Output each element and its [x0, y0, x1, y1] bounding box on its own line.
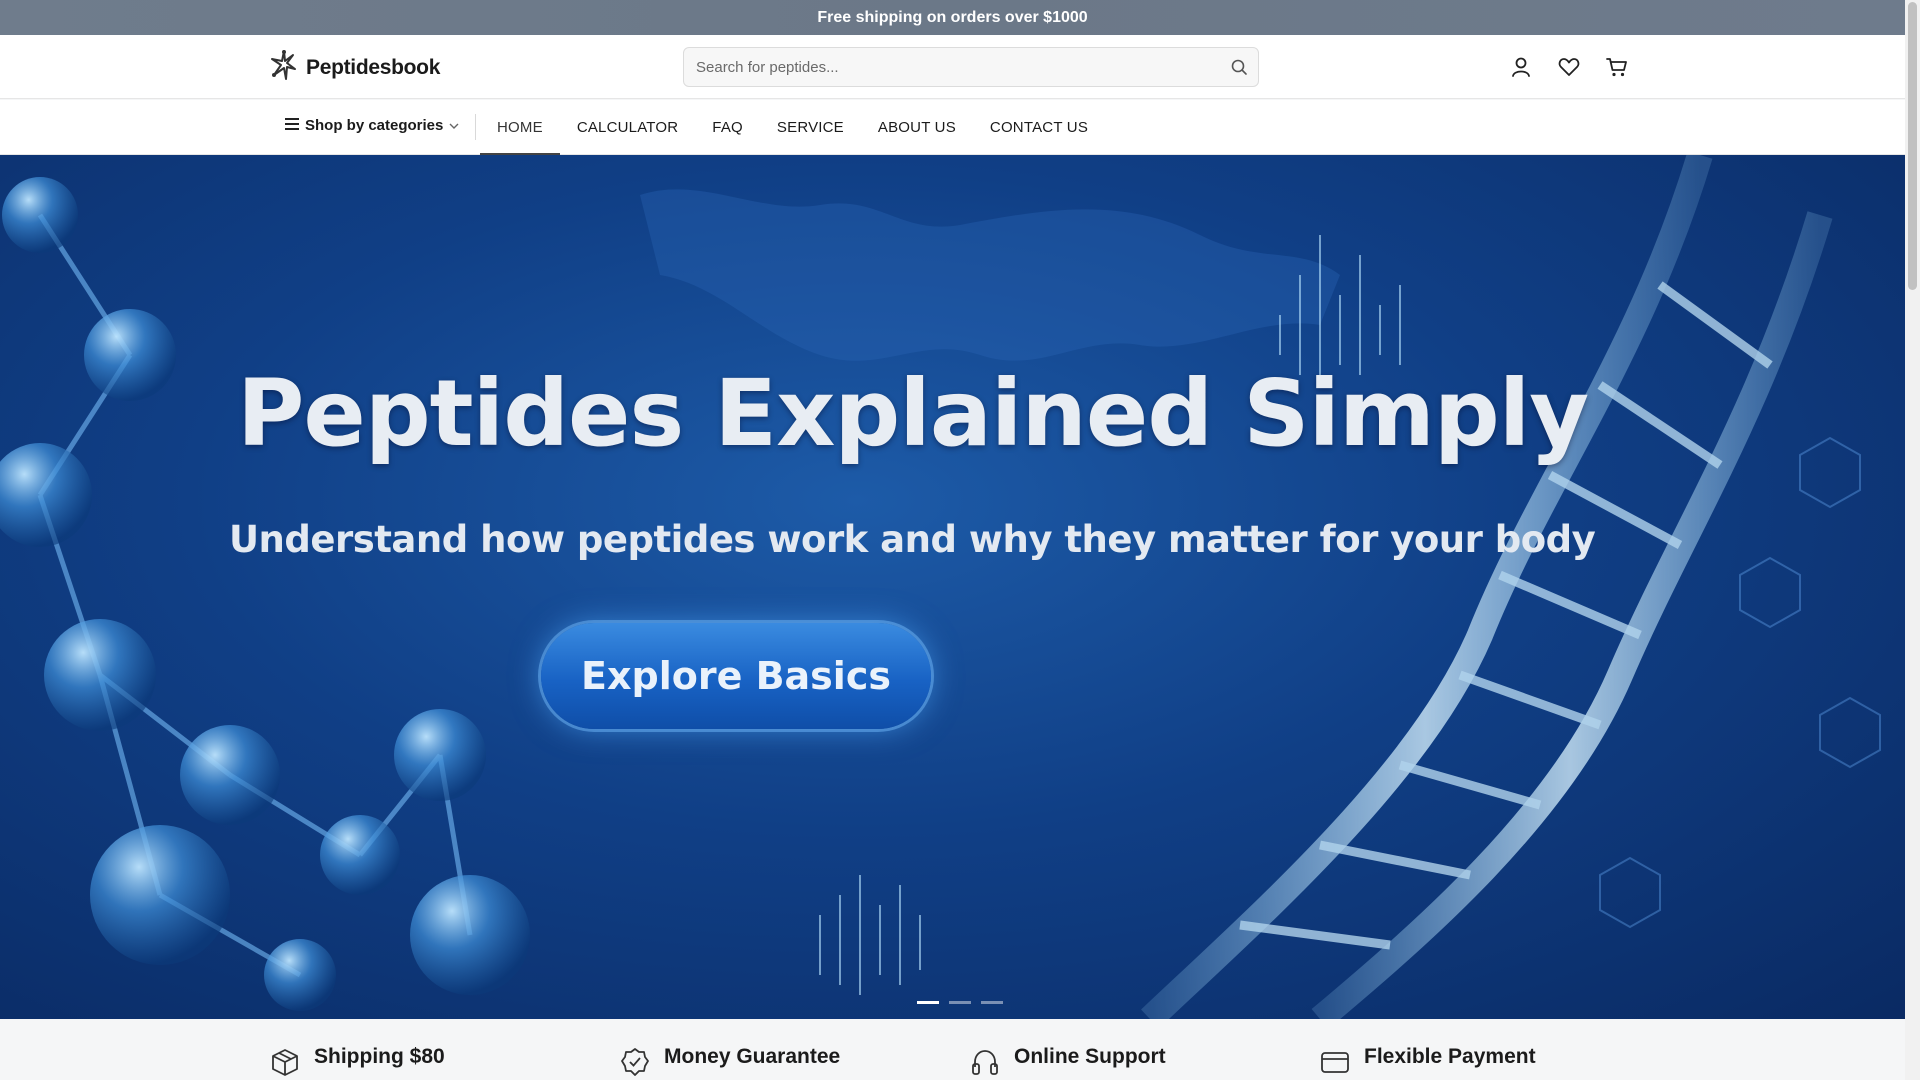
slider-dots — [917, 1001, 1003, 1004]
feature-flexible-payment: Flexible Payment — [1320, 1045, 1536, 1080]
categories-label: Shop by categories — [305, 117, 444, 134]
search-icon[interactable] — [1230, 58, 1248, 81]
header-actions — [1508, 54, 1630, 80]
feature-online-support: Online Support — [970, 1045, 1166, 1080]
search-box — [683, 47, 1259, 87]
nav-service[interactable]: SERVICE — [760, 100, 861, 155]
nav-faq[interactable]: FAQ — [695, 100, 760, 155]
logo-icon — [268, 49, 298, 86]
user-icon[interactable] — [1508, 54, 1534, 80]
slider-dot-1[interactable] — [917, 1001, 939, 1004]
page-scrollbar[interactable] — [1905, 0, 1920, 1080]
features-strip: Shipping $80 Money Guarantee Online Supp… — [0, 1019, 1905, 1080]
feature-shipping: Shipping $80 — [270, 1045, 445, 1080]
nav-contact-us[interactable]: CONTACT US — [973, 100, 1105, 155]
chevron-down-icon — [449, 117, 459, 134]
announcement-text: Free shipping on orders over $1000 — [817, 8, 1088, 26]
logo[interactable]: Peptidesbook — [268, 49, 440, 86]
slider-dot-3[interactable] — [981, 1001, 1003, 1004]
feature-title: Flexible Payment — [1364, 1045, 1536, 1068]
brand-name: Peptidesbook — [306, 55, 441, 79]
search-input[interactable] — [684, 48, 1204, 86]
nav-divider — [475, 114, 476, 140]
hero-title: Peptides Explained Simply — [237, 360, 1589, 467]
shop-by-categories-button[interactable]: Shop by categories — [285, 117, 459, 134]
menu-icon — [285, 117, 299, 134]
heart-icon[interactable] — [1556, 54, 1582, 80]
hero-background-illustration — [0, 155, 1881, 1019]
feature-title: Shipping $80 — [314, 1045, 445, 1068]
badge-check-icon — [620, 1047, 650, 1080]
nav-calculator[interactable]: CALCULATOR — [560, 100, 695, 155]
feature-title: Money Guarantee — [664, 1045, 841, 1068]
explore-basics-button[interactable]: Explore Basics — [541, 623, 931, 729]
main-nav: Shop by categories HOME CALCULATOR FAQ S… — [0, 100, 1905, 156]
slider-dot-2[interactable] — [949, 1001, 971, 1004]
cart-icon[interactable] — [1604, 54, 1630, 80]
nav-about-us[interactable]: ABOUT US — [861, 100, 973, 155]
announcement-bar: Free shipping on orders over $1000 — [0, 0, 1905, 35]
scrollbar-thumb[interactable] — [1908, 2, 1917, 290]
headphones-icon — [970, 1047, 1000, 1080]
feature-title: Online Support — [1014, 1045, 1166, 1068]
box-icon — [270, 1047, 300, 1080]
hero-subtitle: Understand how peptides work and why the… — [229, 518, 1596, 561]
hero-banner: Peptides Explained Simply Understand how… — [0, 155, 1905, 1019]
site-header: Peptidesbook — [0, 35, 1905, 99]
nav-home[interactable]: HOME — [480, 100, 560, 156]
nav-links: HOME CALCULATOR FAQ SERVICE ABOUT US CON… — [480, 100, 1105, 156]
feature-money-guarantee: Money Guarantee — [620, 1045, 841, 1080]
credit-card-icon — [1320, 1047, 1350, 1080]
